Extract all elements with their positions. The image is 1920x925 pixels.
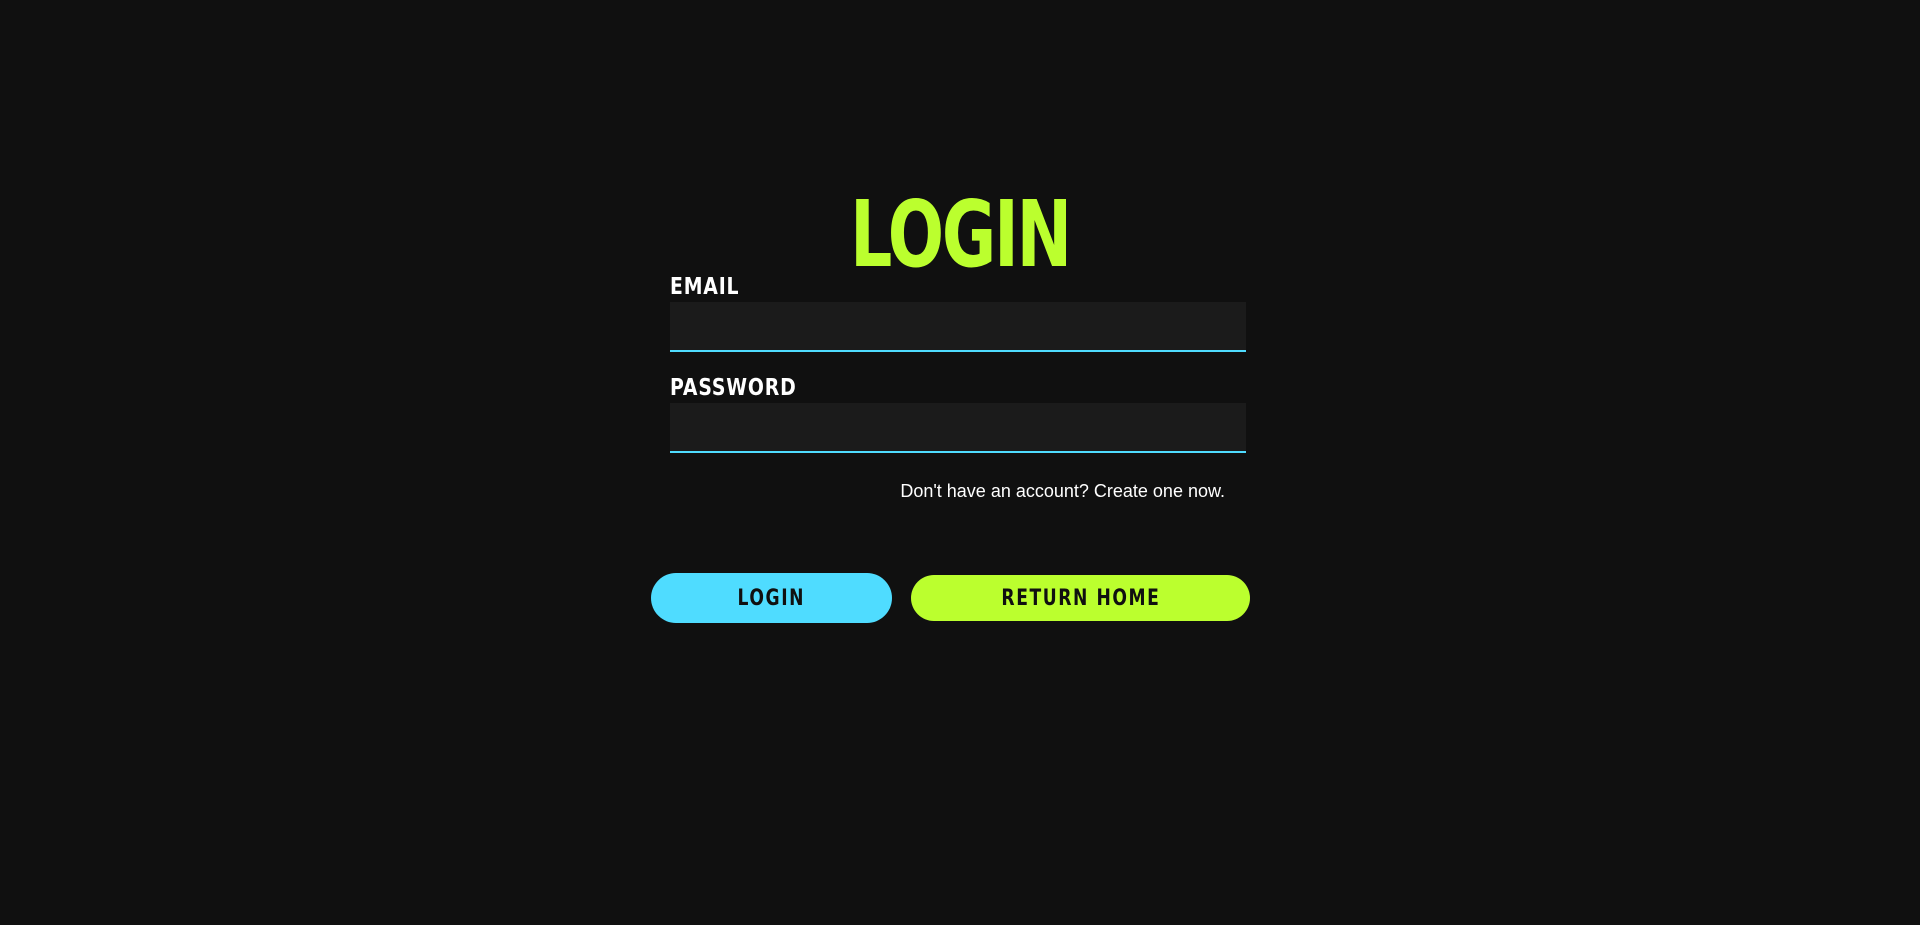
- return-home-button-label: RETURN HOME: [1000, 585, 1161, 611]
- create-account-link[interactable]: Don't have an account? Create one now.: [900, 479, 1225, 503]
- login-page: LOGIN EMAIL PASSWORD Don't have an accou…: [0, 0, 1920, 925]
- email-field[interactable]: [670, 302, 1246, 352]
- return-home-button[interactable]: RETURN HOME: [911, 575, 1250, 621]
- signup-row: Don't have an account? Create one now.: [670, 479, 1246, 503]
- login-form: EMAIL PASSWORD Don't have an account? Cr…: [670, 272, 1246, 503]
- password-label: PASSWORD: [670, 375, 797, 401]
- login-button[interactable]: LOGIN: [651, 573, 892, 623]
- email-label: EMAIL: [670, 274, 740, 300]
- login-button-label: LOGIN: [737, 585, 806, 611]
- password-field[interactable]: [670, 403, 1246, 453]
